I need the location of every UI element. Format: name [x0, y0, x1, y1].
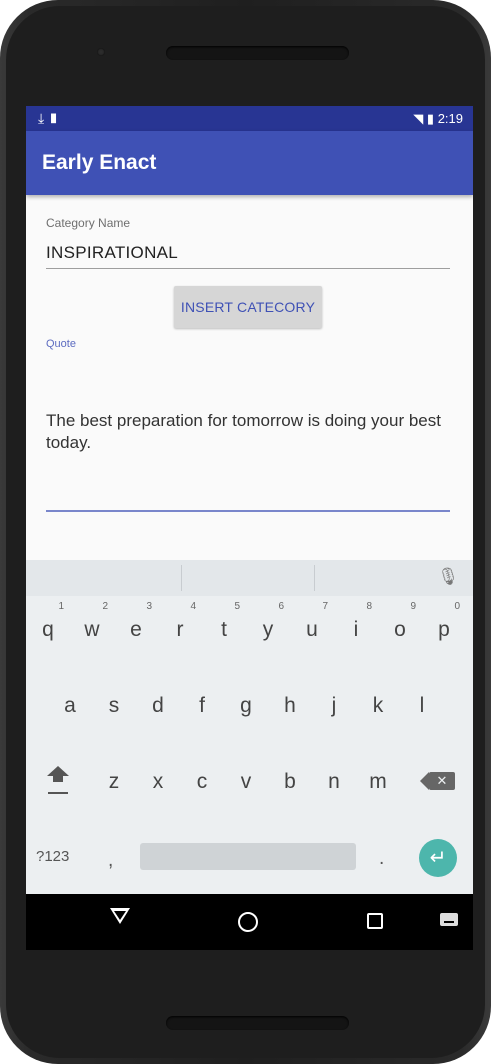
app-title: Early Enact: [42, 151, 157, 174]
period-key[interactable]: .: [379, 848, 384, 870]
key-l[interactable]: l: [402, 682, 442, 730]
key-z[interactable]: z: [94, 758, 134, 806]
shift-underline: [48, 792, 68, 794]
screen: ⤓ ▮ ◥ ▮ 2:19 Early Enact Category Name I…: [26, 106, 473, 950]
front-camera: [97, 48, 105, 56]
key-label: p: [438, 618, 450, 641]
key-hint: 4: [190, 601, 196, 612]
quote-label: Quote: [46, 338, 76, 350]
key-label: o: [394, 618, 406, 641]
key-a[interactable]: a: [50, 682, 90, 730]
key-d[interactable]: d: [138, 682, 178, 730]
key-label: y: [262, 618, 274, 641]
key-label: w: [84, 618, 100, 641]
back-icon[interactable]: [110, 908, 130, 924]
key-i[interactable]: i8: [336, 601, 376, 654]
category-name-input[interactable]: INSPIRATIONAL: [46, 243, 178, 263]
key-c[interactable]: c: [182, 758, 222, 806]
status-time: 2:19: [437, 111, 463, 126]
key-g[interactable]: g: [226, 682, 266, 730]
key-o[interactable]: o9: [380, 601, 420, 654]
category-input-underline: [46, 268, 450, 269]
symbols-key[interactable]: ?123: [36, 848, 69, 865]
key-label: e: [130, 618, 142, 641]
shift-key[interactable]: [41, 760, 75, 800]
key-label: q: [42, 618, 54, 641]
insert-category-button[interactable]: INSERT CATECORY: [174, 286, 322, 328]
status-right: ◥ ▮ 2:19: [413, 111, 463, 127]
key-label: u: [306, 618, 318, 641]
key-t[interactable]: t5: [204, 601, 244, 654]
key-j[interactable]: j: [314, 682, 354, 730]
status-bar: ⤓ ▮ ◥ ▮ 2:19: [26, 106, 473, 131]
key-y[interactable]: y6: [248, 601, 288, 654]
key-label: t: [221, 618, 227, 641]
space-bar[interactable]: [140, 843, 356, 870]
key-s[interactable]: s: [94, 682, 134, 730]
suggestion-bar: 🎙: [26, 560, 473, 596]
shift-icon-stem: [53, 775, 63, 782]
key-hint: 3: [146, 601, 152, 612]
key-f[interactable]: f: [182, 682, 222, 730]
suggestion-divider: [181, 565, 182, 591]
key-v[interactable]: v: [226, 758, 266, 806]
key-e[interactable]: e3: [116, 601, 156, 654]
key-p[interactable]: p0: [424, 601, 464, 654]
quote-input[interactable]: The best preparation for tomorrow is doi…: [46, 410, 446, 454]
keyboard-switch-icon[interactable]: [440, 913, 458, 926]
key-u[interactable]: u7: [292, 601, 332, 654]
quote-input-underline: [46, 510, 450, 512]
home-icon[interactable]: [238, 912, 258, 932]
key-label: r: [176, 618, 184, 641]
key-label: i: [353, 618, 359, 641]
key-hint: 2: [102, 601, 108, 612]
phone-frame: ⤓ ▮ ◥ ▮ 2:19 Early Enact Category Name I…: [0, 0, 491, 1064]
key-b[interactable]: b: [270, 758, 310, 806]
microphone-icon[interactable]: 🎙: [437, 567, 459, 587]
top-speaker: [166, 46, 349, 60]
key-n[interactable]: n: [314, 758, 354, 806]
key-k[interactable]: k: [358, 682, 398, 730]
key-hint: 8: [366, 601, 372, 612]
enter-icon[interactable]: ↵: [419, 839, 457, 877]
key-m[interactable]: m: [358, 758, 398, 806]
key-r[interactable]: r4: [160, 601, 200, 654]
signal-battery-icons: ◥ ▮: [413, 111, 435, 126]
app-bar: Early Enact: [26, 131, 473, 195]
navigation-bar: [26, 894, 473, 950]
category-name-label: Category Name: [46, 216, 131, 230]
key-h[interactable]: h: [270, 682, 310, 730]
key-hint: 9: [410, 601, 416, 612]
key-hint: 6: [278, 601, 284, 612]
key-x[interactable]: x: [138, 758, 178, 806]
key-hint: 7: [322, 601, 328, 612]
bottom-speaker: [166, 1016, 349, 1030]
comma-key[interactable]: ,: [108, 850, 113, 872]
notification-icons: ⤓ ▮: [38, 110, 59, 126]
key-w[interactable]: w2: [72, 601, 112, 654]
key-hint: 5: [234, 601, 240, 612]
soft-keyboard: 🎙 q1 w2 e3 r4 t5 y6 u7 i8 o9 p0 a s d f …: [26, 560, 473, 894]
key-hint: 1: [58, 601, 64, 612]
recent-apps-icon[interactable]: [367, 913, 383, 929]
key-hint: 0: [454, 601, 460, 612]
key-q[interactable]: q1: [28, 601, 68, 654]
suggestion-divider: [314, 565, 315, 591]
backspace-icon[interactable]: ✕: [420, 772, 455, 790]
